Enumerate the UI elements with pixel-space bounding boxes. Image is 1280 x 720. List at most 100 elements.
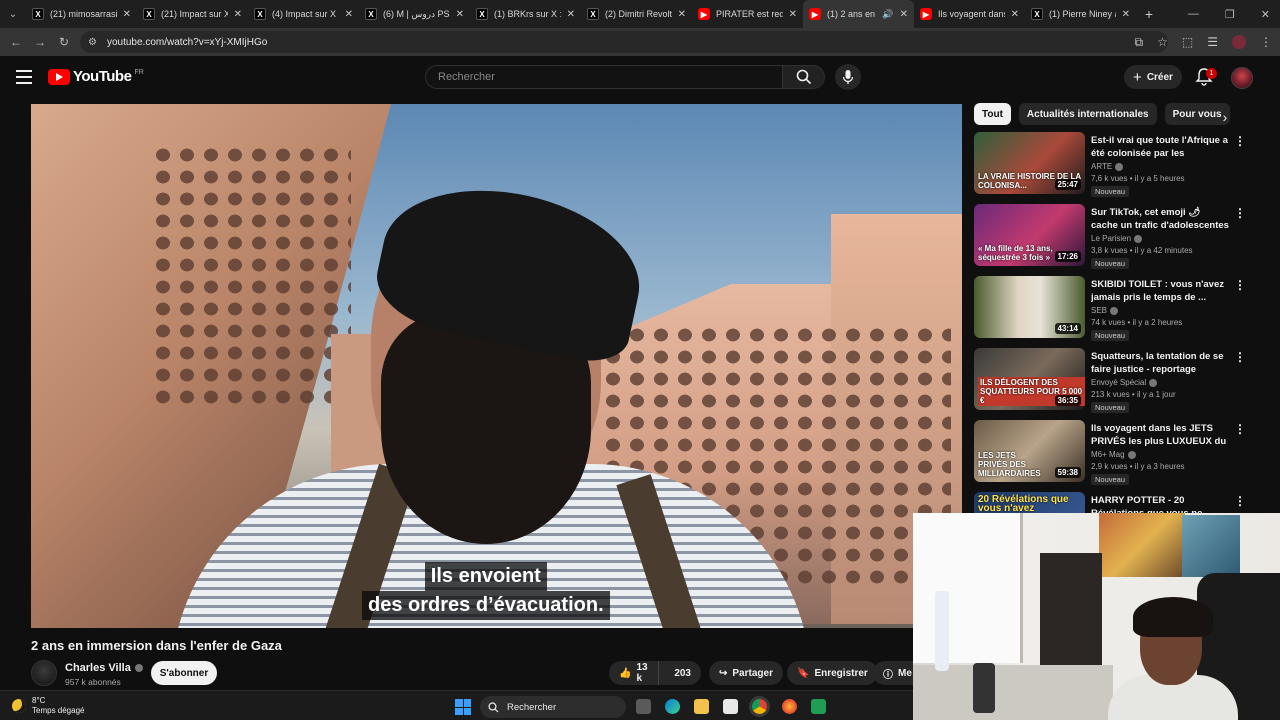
x-logo-icon: X xyxy=(32,8,44,20)
share-label: Partager xyxy=(732,667,773,679)
like-button[interactable]: 👍 13 k xyxy=(609,661,660,685)
browser-tab[interactable]: X (4) Impact sur X : ✕ xyxy=(248,0,359,28)
more-options-icon[interactable]: ⋮ xyxy=(1234,422,1246,436)
voice-search-button[interactable] xyxy=(835,64,861,90)
tab-search-menu-icon[interactable]: ⌄ xyxy=(0,0,26,28)
forward-arrow-icon[interactable]: → xyxy=(28,35,52,49)
video-thumbnail[interactable]: LES JETS PRIVÉS DES MILLIARDAIRES 59:38 xyxy=(974,420,1085,482)
video-title[interactable]: SKIBIDI TOILET : vous n'avez jamais pris… xyxy=(1091,278,1229,304)
chrome-icon[interactable] xyxy=(752,699,767,714)
close-icon[interactable]: ✕ xyxy=(456,9,464,20)
taskbar-search[interactable]: Rechercher xyxy=(480,696,626,718)
more-options-icon[interactable]: ⋮ xyxy=(1234,134,1246,148)
windows-start-icon[interactable] xyxy=(455,699,471,715)
x-logo-icon: X xyxy=(1031,8,1043,20)
minimize-icon[interactable]: — xyxy=(1188,8,1199,20)
firefox-icon[interactable] xyxy=(782,699,797,714)
channel-name[interactable]: Envoyé Spécial xyxy=(1091,378,1158,387)
subscribe-button[interactable]: S'abonner xyxy=(151,661,217,685)
bookmark-star-icon[interactable]: ☆ xyxy=(1157,35,1168,49)
task-view-icon[interactable] xyxy=(636,699,651,714)
extensions-icon[interactable]: ⬚ xyxy=(1182,35,1193,49)
close-icon[interactable]: ✕ xyxy=(678,9,686,20)
maximize-icon[interactable]: ❐ xyxy=(1225,8,1235,21)
close-icon[interactable]: ✕ xyxy=(900,9,908,20)
dislike-button[interactable]: 203 xyxy=(664,668,701,679)
channel-name[interactable]: M6+ Mag xyxy=(1091,450,1136,459)
video-title[interactable]: Est-il vrai que toute l'Afrique a été co… xyxy=(1091,134,1229,160)
save-button[interactable]: 🔖 Enregistrer xyxy=(787,661,878,685)
video-thumbnail[interactable]: LA VRAIE HISTOIRE DE LA COLONISA... 25:4… xyxy=(974,132,1085,194)
browser-tab[interactable]: X (6) M | دروس PSMA ✕ xyxy=(359,0,470,28)
browser-tab[interactable]: X (2) Dimitri Revolt ✕ xyxy=(581,0,692,28)
browser-tab[interactable]: ▶ Ils voyagent dans ✕ xyxy=(914,0,1025,28)
close-window-icon[interactable]: ✕ xyxy=(1261,8,1270,21)
site-info-icon[interactable]: ⚙ xyxy=(88,37,97,48)
create-button[interactable]: + Créer xyxy=(1124,65,1182,89)
more-options-icon[interactable]: ⋮ xyxy=(1234,350,1246,364)
recommended-video[interactable]: 43:14 SKIBIDI TOILET : vous n'avez jamai… xyxy=(974,276,1246,341)
moon-weather-icon xyxy=(12,699,26,713)
more-options-icon[interactable]: ⋮ xyxy=(1234,206,1246,220)
search-input[interactable]: Rechercher xyxy=(425,65,783,89)
video-title[interactable]: Sur TikTok, cet emoji 🌶 cache un trafic … xyxy=(1091,206,1229,232)
profile-avatar[interactable] xyxy=(1232,35,1246,49)
chevron-right-icon[interactable]: › xyxy=(1216,108,1234,126)
new-tab-button[interactable]: + xyxy=(1136,6,1162,22)
address-bar[interactable]: ⚙ youtube.com/watch?v=xYj-XMIjHGo xyxy=(80,31,1168,53)
close-icon[interactable]: ✕ xyxy=(1122,9,1130,20)
video-title[interactable]: Squatteurs, la tentation de se faire jus… xyxy=(1091,350,1229,376)
weather-desc: Temps dégagé xyxy=(32,706,85,715)
reload-icon[interactable]: ↻ xyxy=(52,35,76,49)
channel-name[interactable]: Charles Villa xyxy=(65,662,143,674)
edge-browser-icon[interactable] xyxy=(665,699,680,714)
channel-name[interactable]: ARTE xyxy=(1091,162,1124,171)
chip-all[interactable]: Tout xyxy=(974,103,1011,125)
recommended-video[interactable]: « Ma fille de 13 ans, séquestrée 3 fois … xyxy=(974,204,1246,269)
new-badge: Nouveau xyxy=(1091,474,1130,485)
tab-title: (2) Dimitri Revolt xyxy=(605,9,672,19)
weather-widget[interactable]: 8°C Temps dégagé xyxy=(12,696,84,716)
recommended-video[interactable]: LES JETS PRIVÉS DES MILLIARDAIRES 59:38 … xyxy=(974,420,1246,485)
share-button[interactable]: ↪ Partager xyxy=(709,661,783,685)
browser-tab[interactable]: X (21) mimosarrasin ✕ xyxy=(26,0,137,28)
recommended-video[interactable]: LA VRAIE HISTOIRE DE LA COLONISA... 25:4… xyxy=(974,132,1246,197)
browser-tab[interactable]: X (1) BRKrs sur X : ✕ xyxy=(470,0,581,28)
reading-list-icon[interactable]: ☰ xyxy=(1207,35,1218,49)
video-title[interactable]: Ils voyagent dans les JETS PRIVÉS les pl… xyxy=(1091,422,1229,448)
store-icon[interactable] xyxy=(723,699,738,714)
recommended-video[interactable]: ILS DÉLOGENT DES SQUATTEURS POUR 5 000 €… xyxy=(974,348,1246,413)
back-arrow-icon[interactable]: ← xyxy=(4,35,28,49)
video-thumbnail[interactable]: ILS DÉLOGENT DES SQUATTEURS POUR 5 000 €… xyxy=(974,348,1085,410)
search-button[interactable] xyxy=(783,65,825,89)
more-button[interactable]: ⓘ Me xyxy=(873,661,913,685)
account-avatar[interactable] xyxy=(1231,67,1253,89)
file-explorer-icon[interactable] xyxy=(694,699,709,714)
close-icon[interactable]: ✕ xyxy=(1011,9,1019,20)
browser-tab[interactable]: X (1) Pierre Niney a ✕ xyxy=(1025,0,1136,28)
cast-icon[interactable]: ⧉ xyxy=(1135,35,1144,50)
more-options-icon[interactable]: ⋮ xyxy=(1234,494,1246,508)
tab-title: (1) Pierre Niney a xyxy=(1049,9,1116,19)
more-options-icon[interactable]: ⋮ xyxy=(1234,278,1246,292)
close-icon[interactable]: ✕ xyxy=(789,9,797,20)
channel-name[interactable]: Le Parisien xyxy=(1091,234,1143,243)
close-icon[interactable]: ✕ xyxy=(234,9,242,20)
audio-playing-icon[interactable]: 🔊 xyxy=(882,9,893,20)
youtube-logo[interactable]: YouTube FR xyxy=(48,68,144,85)
kebab-menu-icon[interactable]: ⋮ xyxy=(1260,35,1272,49)
browser-tab[interactable]: ▶ PIRATER est redev ✕ xyxy=(692,0,803,28)
video-thumbnail[interactable]: 43:14 xyxy=(974,276,1085,338)
hamburger-menu-icon[interactable] xyxy=(16,70,32,84)
close-icon[interactable]: ✕ xyxy=(567,9,575,20)
browser-tab[interactable]: X (21) Impact sur X ✕ xyxy=(137,0,248,28)
chip-world-news[interactable]: Actualités internationales xyxy=(1018,103,1157,125)
app-icon[interactable] xyxy=(811,699,826,714)
browser-tab-active[interactable]: ▶ (1) 2 ans en im 🔊 ✕ xyxy=(803,0,914,28)
close-icon[interactable]: ✕ xyxy=(123,9,131,20)
channel-name[interactable]: SEB xyxy=(1091,306,1119,315)
close-icon[interactable]: ✕ xyxy=(345,9,353,20)
video-player[interactable]: Ils envoient des ordres d’évacuation. xyxy=(31,104,962,628)
channel-avatar[interactable] xyxy=(31,660,57,686)
video-thumbnail[interactable]: « Ma fille de 13 ans, séquestrée 3 fois … xyxy=(974,204,1085,266)
